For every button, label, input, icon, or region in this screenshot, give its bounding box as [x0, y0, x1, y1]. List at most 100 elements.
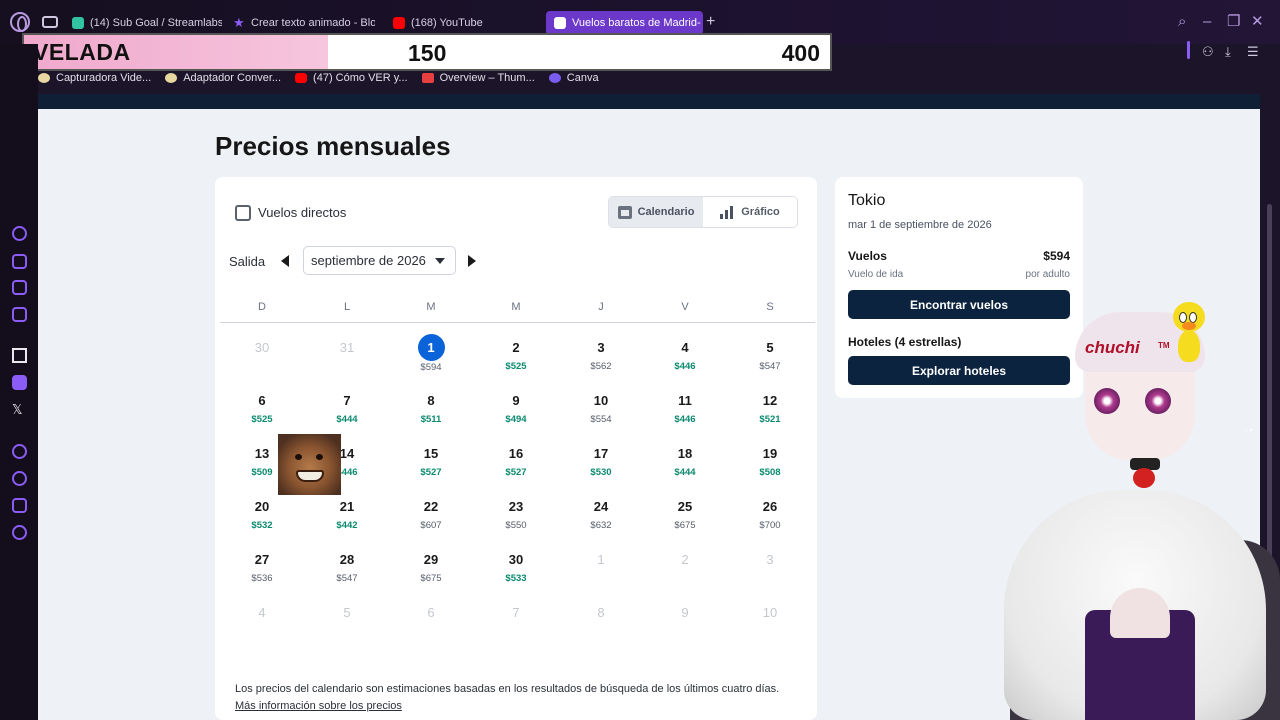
tweety-sticker — [1168, 302, 1208, 372]
day-number: 11 — [678, 393, 692, 408]
calendar-day[interactable]: 22 $607 — [401, 498, 461, 533]
day-price: $511 — [420, 414, 442, 425]
calendar-day[interactable]: 7 $444 — [317, 392, 377, 427]
sparkle-icon: ◦ • — [1244, 425, 1253, 435]
calendar-day[interactable]: 27 $536 — [232, 551, 292, 586]
day-price: $530 — [590, 467, 612, 478]
day-number: 10 — [593, 393, 609, 408]
view-calendar-button[interactable]: Calendario — [609, 197, 703, 227]
close-icon[interactable]: ✕ — [1251, 13, 1264, 31]
next-month-button[interactable] — [468, 255, 476, 267]
calendar-day[interactable]: 2 $525 — [486, 339, 546, 374]
search-icon[interactable]: ⌕ — [1178, 13, 1186, 31]
calendar-day[interactable]: 11 $446 — [655, 392, 715, 427]
extensions-icon[interactable] — [12, 498, 27, 513]
clock-icon[interactable] — [12, 471, 27, 486]
direct-flights-checkbox[interactable] — [235, 205, 251, 221]
tab-youtube[interactable]: (168) YouTube — [393, 13, 533, 33]
calendar-day: 7 — [486, 604, 546, 622]
day-number: 23 — [508, 499, 524, 514]
bookmark-item[interactable]: Canva — [548, 72, 599, 84]
day-price: $446 — [674, 361, 696, 372]
calendar-day[interactable]: 20 $532 — [232, 498, 292, 533]
calendar-day[interactable]: 17 $530 — [571, 445, 631, 480]
calendar-day[interactable]: 26 $700 — [740, 498, 800, 533]
messenger-icon[interactable] — [12, 307, 27, 322]
price-info-link[interactable]: Más información sobre los precios — [235, 700, 402, 712]
calendar-day[interactable]: 9 $494 — [486, 392, 546, 427]
calendar-day[interactable]: 6 $525 — [232, 392, 292, 427]
day-price: $550 — [505, 520, 527, 531]
calendar-day[interactable]: 4 $446 — [655, 339, 715, 374]
calendar-day[interactable]: 3 $562 — [571, 339, 631, 374]
workspace-icon[interactable] — [12, 280, 27, 295]
bookmark-item[interactable]: Overview – Thum... — [421, 72, 535, 84]
calendar-icon — [617, 205, 632, 219]
canva-icon — [548, 73, 561, 83]
opera-menu-icon[interactable] — [10, 12, 30, 32]
weekday-header: J — [598, 301, 604, 313]
tab-vuelos[interactable]: Vuelos baratos de Madrid- — [546, 11, 703, 35]
tab-label: (14) Sub Goal / Streamlabs — [90, 17, 222, 29]
calendar-day[interactable]: 5 $547 — [740, 339, 800, 374]
calendar-day[interactable]: 1 $594 — [401, 334, 461, 375]
day-price: $494 — [505, 414, 527, 425]
calendar-day[interactable]: 12 $521 — [740, 392, 800, 427]
day-price: $442 — [336, 520, 358, 531]
day-number: 18 — [677, 446, 693, 461]
prev-month-button[interactable] — [281, 255, 289, 267]
day-price: $446 — [674, 414, 696, 425]
minimize-icon[interactable]: – — [1203, 13, 1211, 31]
tab-blog[interactable]: ★ Crear texto animado - Blog — [233, 13, 375, 33]
calendar-day[interactable]: 25 $675 — [655, 498, 715, 533]
player-icon[interactable] — [12, 444, 27, 459]
profile-icon[interactable]: ⚇ — [1202, 44, 1214, 59]
twitch-icon[interactable] — [12, 375, 27, 390]
x-icon[interactable]: 𝕏 — [12, 402, 27, 417]
day-number: 30 — [254, 340, 270, 355]
calendar-day[interactable]: 28 $547 — [317, 551, 377, 586]
mountain-icon[interactable] — [12, 348, 27, 363]
calendar-day[interactable]: 24 $632 — [571, 498, 631, 533]
price-disclaimer: Los precios del calendario son estimacio… — [235, 683, 780, 712]
calendar-day[interactable]: 8 $511 — [401, 392, 461, 427]
ai-icon[interactable] — [12, 254, 27, 269]
bookmark-item[interactable]: Capturadora Vide... — [38, 72, 151, 84]
settings-icon[interactable] — [12, 525, 27, 540]
star-icon: ★ — [233, 15, 245, 30]
calendar-day[interactable]: 21 $442 — [317, 498, 377, 533]
tab-overview-icon[interactable] — [42, 16, 58, 28]
youtube-icon — [295, 73, 308, 83]
day-number: 9 — [512, 393, 520, 408]
calendar-day[interactable]: 15 $527 — [401, 445, 461, 480]
download-icon[interactable]: ⤓ — [1225, 44, 1231, 59]
new-tab-button[interactable]: + — [706, 13, 715, 31]
calendar-day[interactable]: 19 $508 — [740, 445, 800, 480]
calendar-day: 5 — [317, 604, 377, 622]
calendar-day[interactable]: 16 $527 — [486, 445, 546, 480]
calendar-day[interactable]: 18 $444 — [655, 445, 715, 480]
history-icon[interactable] — [12, 226, 27, 241]
pill-icon — [165, 73, 178, 83]
day-price: $700 — [759, 520, 781, 531]
weekday-header: L — [343, 301, 351, 313]
departure-label: Salida — [229, 254, 266, 269]
calendar-day[interactable]: 23 $550 — [486, 498, 546, 533]
day-price: $532 — [251, 520, 273, 531]
day-price: $675 — [674, 520, 696, 531]
dog-photo — [278, 434, 341, 495]
restore-icon[interactable]: ❐ — [1227, 13, 1240, 31]
bookmark-item[interactable]: Adaptador Conver... — [165, 72, 281, 84]
menu-icon[interactable]: ☰ — [1247, 44, 1259, 59]
calendar-day[interactable]: 29 $675 — [401, 551, 461, 586]
calendar-day[interactable]: 30 $533 — [486, 551, 546, 586]
month-select[interactable]: septiembre de 2026 — [303, 246, 456, 275]
day-price: $444 — [336, 414, 358, 425]
calendar-day: 31 — [317, 339, 377, 357]
view-chart-button[interactable]: Gráfico — [703, 197, 797, 227]
bookmark-item[interactable]: (47) Cómo VER y... — [295, 72, 408, 84]
calendar-day[interactable]: 10 $554 — [571, 392, 631, 427]
tab-label: (168) YouTube — [411, 17, 483, 29]
pill-icon — [38, 73, 50, 83]
tab-streamlabs[interactable]: (14) Sub Goal / Streamlabs — [72, 13, 222, 33]
